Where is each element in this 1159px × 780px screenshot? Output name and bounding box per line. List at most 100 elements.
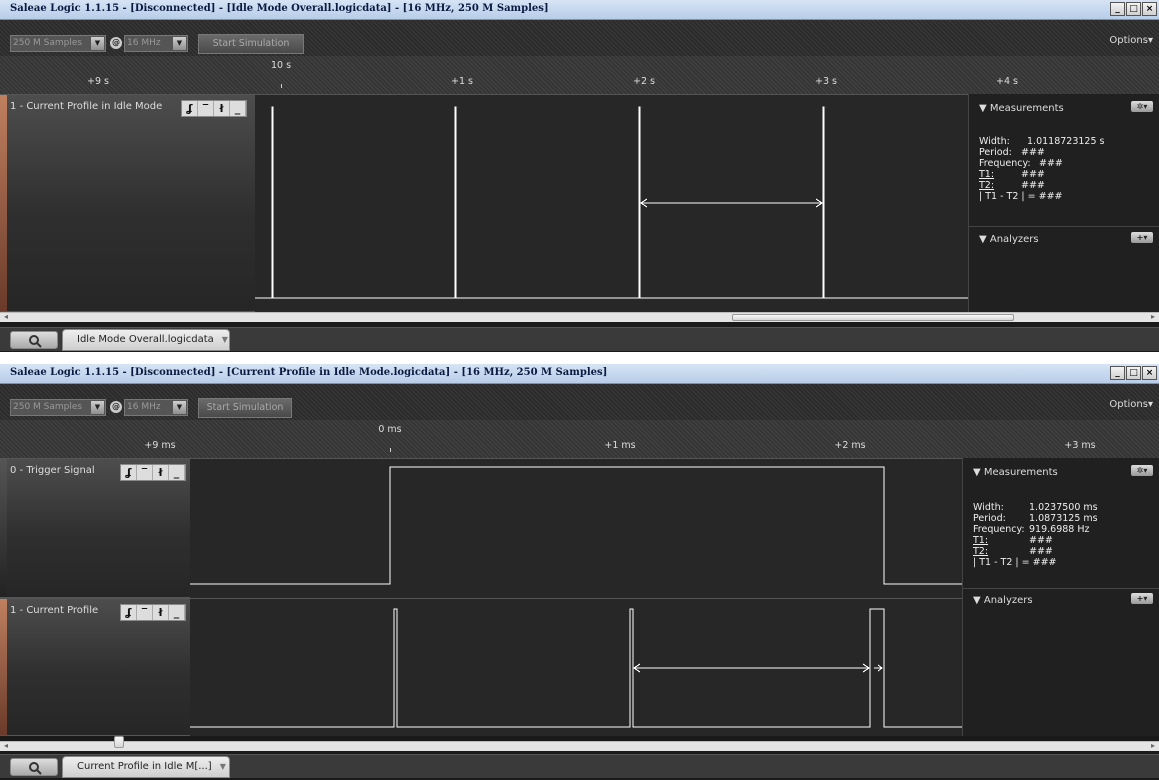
add-analyzer-icon[interactable]: +▾: [1131, 593, 1153, 604]
measurement-row: | T1 - T2 | = ###: [979, 191, 1063, 202]
minimize-button[interactable]: _: [1110, 2, 1125, 16]
samples-dropdown[interactable]: 250 M Samples ▼: [10, 399, 106, 416]
falling-edge-trigger-button[interactable]: ł: [153, 465, 169, 480]
close-button[interactable]: ×: [1142, 2, 1157, 16]
tab-document[interactable]: Idle Mode Overall.logicdata ▼: [62, 329, 230, 351]
search-icon[interactable]: [10, 758, 58, 776]
waveform-area[interactable]: [255, 94, 968, 312]
ruler-tick-label: +9 s: [87, 76, 109, 87]
measurements-header[interactable]: ▼ Measurements: [973, 467, 1058, 478]
analyzers-title: Analyzers: [989, 234, 1039, 245]
measurements-title: Measurements: [983, 467, 1058, 478]
channel-name: 0 - Trigger Signal: [10, 465, 95, 476]
measurements-title: Measurements: [989, 103, 1064, 114]
tab-document[interactable]: Current Profile in Idle M[...] ▼: [62, 756, 230, 778]
start-simulation-button[interactable]: Start Simulation: [198, 398, 292, 418]
trigger-buttons: ʆ ‾ ł _: [120, 604, 186, 621]
side-panel: ▼ Measurements ✲▾ Width: 1.0237500 ms Per…: [962, 458, 1159, 736]
channel-color-strip: [0, 459, 7, 597]
toolbar: 250 M Samples ▼ @ 16 MHz ▼ Start Simulat…: [0, 384, 1159, 420]
ruler-tick-mark: [390, 448, 391, 452]
title-bar: Saleae Logic 1.1.15 - [Disconnected] - […: [0, 364, 1159, 384]
measurements-table: Width: 1.0237500 ms Period: 1.0873125 ms F…: [973, 502, 1098, 568]
close-button[interactable]: ×: [1142, 366, 1157, 380]
high-level-trigger-button[interactable]: ‾: [198, 101, 214, 116]
channel-color-strip: [0, 95, 7, 311]
samples-dropdown[interactable]: 250 M Samples ▼: [10, 35, 106, 52]
ruler-tick-label: +3 ms: [1064, 440, 1096, 451]
analyzers-header[interactable]: ▼ Analyzers: [973, 595, 1033, 606]
rising-edge-trigger-button[interactable]: ʆ: [121, 465, 137, 480]
ruler-tick-label: +1 s: [451, 76, 473, 87]
low-level-trigger-button[interactable]: _: [169, 605, 185, 620]
rate-dropdown[interactable]: 16 MHz ▼: [124, 399, 188, 416]
channel-label-panel[interactable]: 0 - Trigger Signal ʆ ‾ ł _: [0, 458, 190, 598]
high-level-trigger-button[interactable]: ‾: [137, 605, 153, 620]
chevron-down-icon: ▼: [91, 401, 104, 414]
measurement-row: T1: ###: [979, 169, 1045, 180]
gear-icon[interactable]: ✲▾: [1131, 101, 1153, 112]
measurements-header[interactable]: ▼ Measurements: [979, 103, 1064, 114]
waveform-area[interactable]: [190, 458, 962, 598]
high-level-trigger-button[interactable]: ‾: [137, 465, 153, 480]
falling-edge-trigger-button[interactable]: ł: [214, 101, 230, 116]
chevron-down-icon: ▼: [173, 37, 186, 50]
trigger-buttons: ʆ ‾ ł _: [120, 464, 186, 481]
start-simulation-button[interactable]: Start Simulation: [198, 34, 304, 54]
maximize-button[interactable]: □: [1126, 2, 1141, 16]
waveform-area[interactable]: [190, 598, 962, 736]
scrollbar-thumb[interactable]: [732, 314, 1014, 321]
maximize-button[interactable]: □: [1126, 366, 1141, 380]
rising-edge-trigger-button[interactable]: ʆ: [121, 605, 137, 620]
low-level-trigger-button[interactable]: _: [230, 101, 246, 116]
channel-name: 1 - Current Profile: [10, 605, 99, 616]
waveform-trace: [255, 106, 968, 299]
rate-dropdown[interactable]: 16 MHz ▼: [124, 35, 188, 52]
scroll-right-icon[interactable]: ▸: [1151, 741, 1155, 750]
waveform-trace: [190, 466, 962, 585]
title-bar: Saleae Logic 1.1.15 - [Disconnected] - […: [0, 0, 1159, 20]
add-analyzer-icon[interactable]: +▾: [1131, 232, 1153, 243]
scrollbar-thumb[interactable]: [114, 736, 124, 748]
channel-label-panel[interactable]: 1 - Current Profile ʆ ‾ ł _: [0, 598, 190, 736]
chevron-down-icon: ▼: [91, 37, 104, 50]
falling-edge-trigger-button[interactable]: ł: [153, 605, 169, 620]
options-menu[interactable]: Options▾: [1109, 35, 1153, 46]
channel-label-panel[interactable]: 1 - Current Profile in Idle Mode ʆ ‾ ł _: [0, 94, 255, 312]
at-symbol-icon: @: [110, 401, 122, 413]
chevron-down-icon[interactable]: ▼: [222, 335, 228, 344]
tab-label: Current Profile in Idle M[...]: [77, 761, 212, 772]
window-title: Saleae Logic 1.1.15 - [Disconnected] - […: [10, 367, 608, 378]
search-icon[interactable]: [10, 331, 58, 349]
rising-edge-trigger-button[interactable]: ʆ: [182, 101, 198, 116]
measurement-row: | T1 - T2 | = ###: [973, 557, 1057, 568]
time-ruler: 10 s +9 s +1 s +2 s +3 s +4 s: [0, 56, 1159, 94]
scroll-right-icon[interactable]: ▸: [1151, 312, 1155, 321]
ruler-tick-mark: [281, 84, 282, 88]
at-symbol-icon: @: [110, 37, 122, 49]
low-level-trigger-button[interactable]: _: [169, 465, 185, 480]
chevron-down-icon[interactable]: ▼: [220, 762, 226, 771]
tab-bar: Idle Mode Overall.logicdata ▼: [0, 327, 1159, 351]
scroll-left-icon[interactable]: ◂: [4, 741, 8, 750]
ruler-tick-label: +3 s: [815, 76, 837, 87]
panel-divider: [969, 226, 1159, 227]
horizontal-scrollbar[interactable]: ◂ ▸: [0, 736, 1159, 751]
scroll-left-icon[interactable]: ◂: [4, 312, 8, 321]
tab-label: Idle Mode Overall.logicdata: [77, 334, 214, 345]
options-menu[interactable]: Options▾: [1109, 399, 1153, 410]
analyzers-title: Analyzers: [983, 595, 1033, 606]
waveform-trace: [190, 608, 962, 728]
horizontal-scrollbar[interactable]: ◂ ▸: [0, 312, 1159, 322]
ruler-tick-label: +4 s: [996, 76, 1018, 87]
panel-divider: [963, 588, 1159, 589]
measurement-row: T2: ###: [973, 546, 1053, 557]
gear-icon[interactable]: ✲▾: [1131, 465, 1153, 476]
toolbar: 250 M Samples ▼ @ 16 MHz ▼ Start Simulat…: [0, 20, 1159, 56]
channel-color-strip: [0, 599, 7, 735]
rate-value: 16 MHz: [127, 402, 161, 412]
samples-value: 250 M Samples: [13, 38, 83, 48]
analyzers-header[interactable]: ▼ Analyzers: [979, 234, 1039, 245]
measurement-row: Period: 1.0873125 ms: [973, 513, 1098, 524]
minimize-button[interactable]: _: [1110, 366, 1125, 380]
